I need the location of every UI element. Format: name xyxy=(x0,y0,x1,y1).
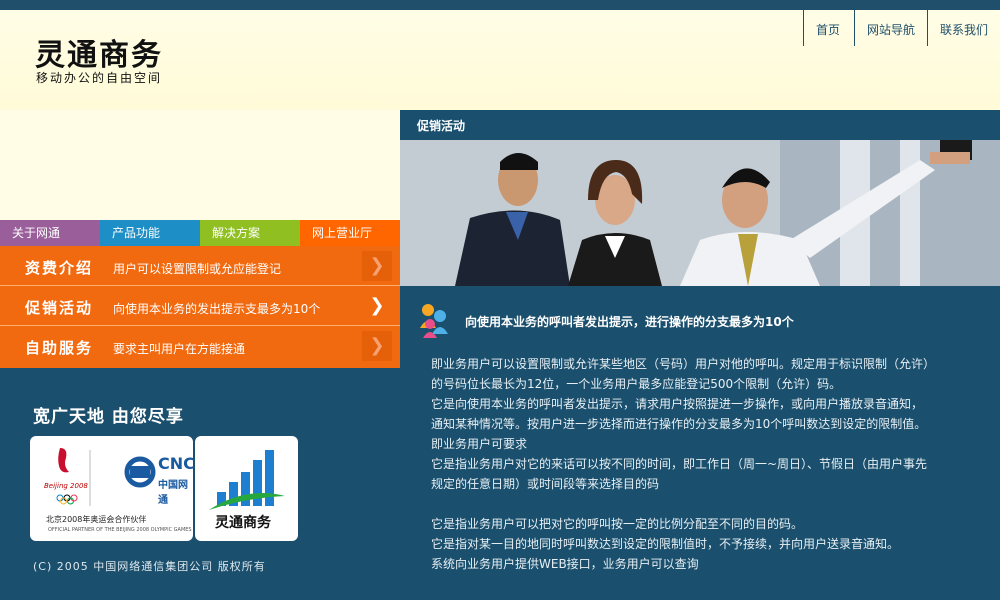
menu-item-desc: 要求主叫用户在方能接通 xyxy=(113,342,246,356)
top-nav: 首页 网站导航 联系我们 xyxy=(802,10,1000,46)
brand-title[interactable]: 灵通商务 xyxy=(35,30,163,74)
top-bar xyxy=(0,0,1000,10)
content-spacer xyxy=(431,494,971,514)
section-content: 即业务用户可以设置限制或允许某些地区（号码）用户对他的呼叫。规定用于标识限制（允… xyxy=(431,354,971,574)
chevron-right-icon[interactable]: ❯ xyxy=(362,291,392,321)
menu-item-promotion[interactable]: 促销活动 向使用本业务的发出提示支最多为10个 ❯ xyxy=(0,286,400,326)
menu-item-title: 资费介绍 xyxy=(25,259,94,277)
partner-card-cnc[interactable]: Beijing 2008 CNC 中国网通 北京2008年奥运会合作伙伴 OFF… xyxy=(30,436,195,541)
service-menu: 资费介绍 用户可以设置限制或允应能登记 ❯ 促销活动 向使用本业务的发出提示支最… xyxy=(0,246,400,368)
menu-item-self-service[interactable]: 自助服务 要求主叫用户在方能接通 ❯ xyxy=(0,326,400,368)
beijing-2008-text: Beijing 2008 xyxy=(44,482,88,490)
cnc-cn-text: 中国网通 xyxy=(158,480,188,506)
slogan: 宽广天地 由您尽享 xyxy=(33,407,184,427)
brand-tagline: 移动办公的自由空间 xyxy=(36,71,163,85)
tab-about[interactable]: 关于网通 xyxy=(0,220,100,246)
content-line: 即业务用户可以设置限制或允许某些地区（号码）用户对他的呼叫。规定用于标识限制（允… xyxy=(431,357,936,371)
copyright: (C) 2005 中国网络通信集团公司 版权所有 xyxy=(33,560,266,573)
section-body: 向使用本业务的呼叫者发出提示，进行操作的分支最多为10个 即业务用户可以设置限制… xyxy=(400,286,1000,600)
nav-home-link[interactable]: 首页 xyxy=(802,10,854,46)
lingtong-logo-text: 灵通商务 xyxy=(215,515,271,531)
partner-card-lingtong[interactable]: 灵通商务 xyxy=(195,436,298,541)
menu-item-title: 促销活动 xyxy=(25,299,94,317)
people-icon xyxy=(420,304,448,338)
tab-online-hall[interactable]: 网上营业厅 xyxy=(300,220,400,246)
chevron-right-icon[interactable]: ❯ xyxy=(362,251,392,281)
content-line: 通知某种情况等。按用户进一步选择而进行操作的分支最多为10个呼叫数达到设定的限制… xyxy=(431,417,927,431)
content-line: 系统向业务用户提供WEB接口，业务用户可以查询 xyxy=(431,557,699,571)
menu-item-desc: 向使用本业务的发出提示支最多为10个 xyxy=(113,302,321,316)
chevron-right-icon[interactable]: ❯ xyxy=(362,331,392,361)
content-line: 它是指对某一目的地同时呼叫数达到设定的限制值时，不予接续，并向用户送录音通知。 xyxy=(431,537,900,551)
business-people-image xyxy=(400,140,1000,286)
category-tabs: 关于网通 产品功能 解决方案 网上营业厅 xyxy=(0,220,400,246)
partner-line-cn: 北京2008年奥运会合作伙伴 xyxy=(46,515,147,524)
section-header: 促销活动 xyxy=(400,110,1000,140)
content-line: 规定的任意日期）或时间段等来选择目的码 xyxy=(431,477,660,491)
section-title: 促销活动 xyxy=(417,119,466,133)
menu-item-desc: 用户可以设置限制或允应能登记 xyxy=(113,262,282,276)
content-line: 它是向使用本业务的呼叫者发出提示，请求用户按照提进一步操作，或向用户播放录音通知… xyxy=(431,397,924,411)
tab-solutions[interactable]: 解决方案 xyxy=(200,220,300,246)
menu-item-pricing[interactable]: 资费介绍 用户可以设置限制或允应能登记 ❯ xyxy=(0,246,400,286)
cnc-logo-text: CNC xyxy=(158,454,195,473)
banner-photo xyxy=(400,140,1000,286)
partner-line-en: OFFICIAL PARTNER OF THE BEIJING 2008 OLY… xyxy=(48,527,192,533)
content-line: 它是指业务用户对它的来话可以按不同的时间，即工作日（周一~周日）、节假日（由用户… xyxy=(431,457,928,471)
notice-headline: 向使用本业务的呼叫者发出提示，进行操作的分支最多为10个 xyxy=(465,315,794,329)
tab-products[interactable]: 产品功能 xyxy=(100,220,200,246)
content-line: 即业务用户可要求 xyxy=(431,437,528,451)
nav-contact-link[interactable]: 联系我们 xyxy=(926,10,1000,46)
nav-sitemap-link[interactable]: 网站导航 xyxy=(853,10,927,46)
menu-item-title: 自助服务 xyxy=(25,339,94,357)
content-line: 的号码位长最长为12位，一个业务用户最多应能登记500个限制（允许）码。 xyxy=(431,377,842,391)
left-footer-panel: 宽广天地 由您尽享 Beijing 2008 CNC 中国网通 北京2008年奥… xyxy=(0,368,400,600)
content-line: 它是指业务用户可以把对它的呼叫按一定的比例分配至不同的目的码。 xyxy=(431,517,804,531)
left-blank-area xyxy=(0,110,400,220)
